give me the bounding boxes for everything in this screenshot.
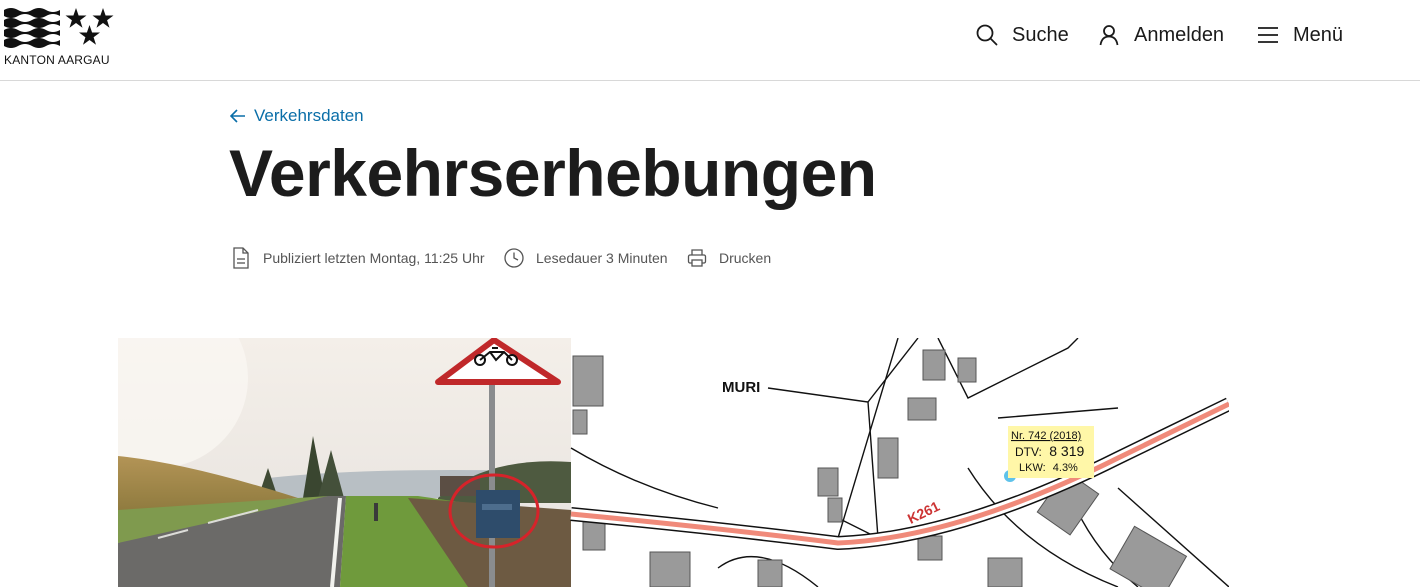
published-text: Publiziert letzten Montag, 11:25 Uhr	[263, 250, 485, 266]
search-label: Suche	[1012, 23, 1069, 46]
print-label: Drucken	[719, 250, 772, 266]
search-button[interactable]: Suche	[975, 22, 1069, 48]
arrow-left-icon	[230, 109, 245, 123]
back-link-verkehrsdaten[interactable]: Verkehrsdaten	[230, 104, 364, 128]
roadside-photo	[118, 338, 571, 587]
document-icon	[233, 247, 249, 269]
svg-text:DTV: 8 319: DTV: 8 319	[1015, 443, 1084, 459]
reading-time-text: Lesedauer 3 Minuten	[536, 250, 668, 266]
login-label: Anmelden	[1134, 23, 1225, 46]
svg-text:LKW: 4.3%: LKW: 4.3%	[1019, 462, 1078, 474]
clock-icon	[504, 248, 524, 268]
map-place-label: MURI	[722, 379, 760, 396]
print-button[interactable]: Drucken	[687, 246, 771, 270]
menu-label: Menü	[1293, 23, 1344, 46]
login-button[interactable]: Anmelden	[1097, 22, 1224, 48]
user-icon	[1099, 25, 1119, 46]
aargau-waves-stars-icon	[4, 8, 114, 48]
printer-icon	[687, 249, 707, 267]
reading-time: Lesedauer 3 Minuten	[504, 246, 668, 270]
hero-image: K261 MURI Nr. 742 (2018) DTV: 8 319 LKW:…	[118, 338, 1229, 587]
dtv-value: 8 319	[1049, 443, 1084, 459]
back-link-label: Verkehrsdaten	[254, 106, 364, 125]
lkw-label: LKW:	[1019, 462, 1046, 474]
traffic-count-image: K261 MURI Nr. 742 (2018) DTV: 8 319 LKW:…	[118, 338, 1229, 587]
kanton-aargau-logo[interactable]: KANTON AARGAU	[4, 6, 124, 67]
hamburger-menu-icon	[1258, 27, 1278, 43]
logo-text: KANTON AARGAU	[4, 53, 110, 67]
search-icon	[976, 24, 998, 46]
menu-button[interactable]: Menü	[1256, 22, 1343, 48]
page-title: Verkehrserhebungen	[229, 136, 877, 210]
dtv-label: DTV:	[1015, 445, 1042, 459]
lkw-value: 4.3%	[1053, 462, 1078, 474]
station-number: Nr. 742 (2018)	[1011, 430, 1081, 442]
site-header: KANTON AARGAU Suche Anmelden Menü	[0, 0, 1420, 81]
published-info: Publiziert letzten Montag, 11:25 Uhr	[231, 246, 485, 270]
traffic-map: K261 MURI Nr. 742 (2018) DTV: 8 319 LKW:…	[570, 338, 1229, 587]
